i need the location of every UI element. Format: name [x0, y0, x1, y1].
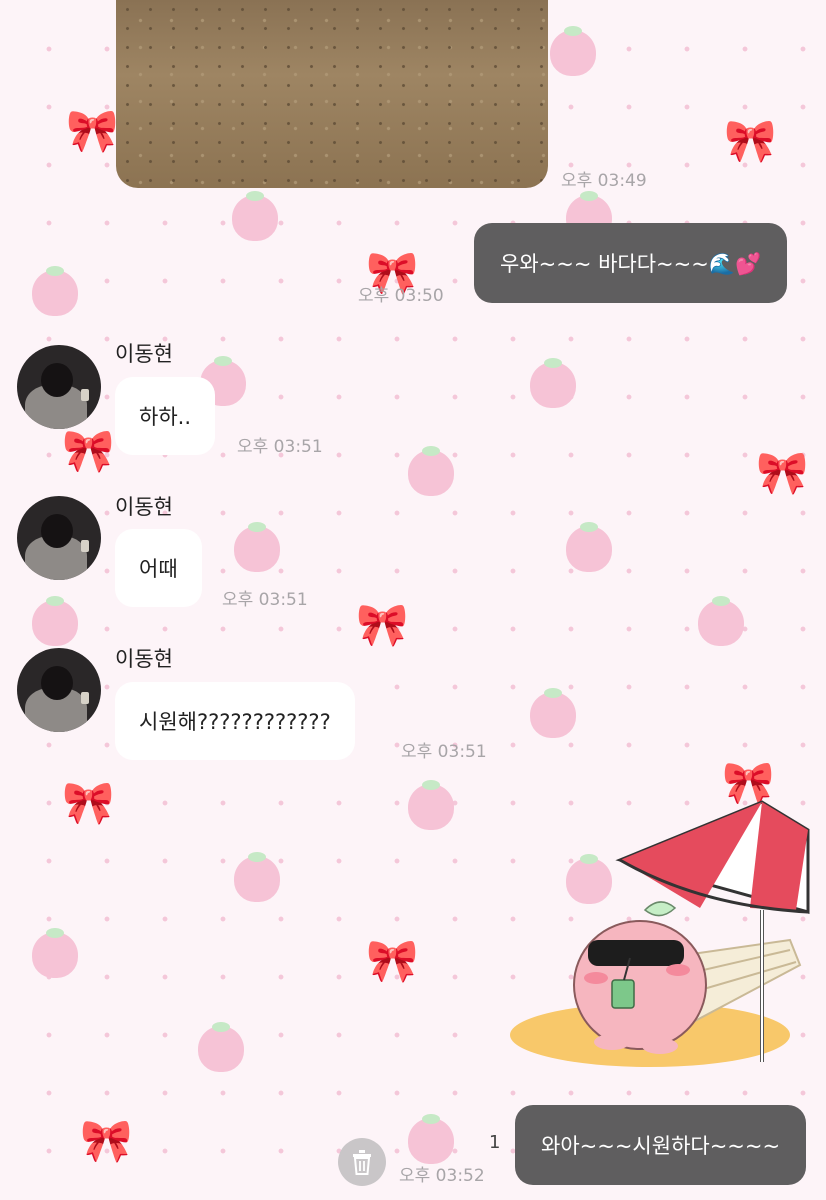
strawberry-decoration: [530, 358, 576, 408]
bow-decoration: 🎀: [66, 106, 119, 155]
message-time: 오후 03:52: [399, 1166, 485, 1186]
message-time: 오후 03:51: [237, 437, 323, 457]
trash-glyph: [353, 1150, 371, 1175]
photo-message[interactable]: [116, 0, 548, 188]
bow-decoration: 🎀: [62, 778, 115, 827]
bow-decoration: 🎀: [366, 936, 419, 985]
photo-texture: [116, 0, 548, 188]
incoming-message-bubble[interactable]: 시원해????????????: [115, 682, 355, 760]
strawberry-decoration: [198, 1022, 244, 1072]
message-time: 오후 03:51: [222, 590, 308, 610]
strawberry-decoration: [550, 26, 596, 76]
bow-decoration: 🎀: [80, 1116, 133, 1165]
incoming-message-bubble[interactable]: 하하..: [115, 377, 215, 455]
strawberry-decoration: [408, 1114, 454, 1164]
strawberry-decoration: [530, 688, 576, 738]
strawberry-decoration: [32, 596, 78, 646]
outgoing-message-bubble[interactable]: 와아~~~시원하다~~~~: [515, 1105, 807, 1185]
unread-count: 1: [489, 1132, 501, 1153]
message-time: 오후 03:49: [561, 171, 647, 191]
sender-name: 이동현: [115, 647, 173, 671]
strawberry-decoration: [698, 596, 744, 646]
avatar[interactable]: [17, 496, 101, 580]
message-time: 오후 03:51: [401, 742, 487, 762]
incoming-message-bubble[interactable]: 어때: [115, 529, 202, 607]
avatar[interactable]: [17, 648, 101, 732]
strawberry-decoration: [408, 446, 454, 496]
bow-decoration: 🎀: [724, 116, 777, 165]
strawberry-decoration: [32, 928, 78, 978]
avatar[interactable]: [17, 345, 101, 429]
sender-name: 이동현: [115, 495, 173, 519]
peach-on-beach-chair-sticker[interactable]: [500, 790, 812, 1080]
strawberry-decoration: [234, 852, 280, 902]
sender-name: 이동현: [115, 342, 173, 366]
strawberry-decoration: [232, 191, 278, 241]
outgoing-message-bubble[interactable]: 우와~~~ 바다다~~~🌊💕: [474, 223, 788, 303]
strawberry-decoration: [32, 266, 78, 316]
strawberry-decoration: [234, 522, 280, 572]
strawberry-decoration: [408, 780, 454, 830]
message-time: 오후 03:50: [358, 286, 444, 306]
trash-icon[interactable]: [338, 1138, 386, 1186]
bow-decoration: 🎀: [62, 426, 115, 475]
strawberry-decoration: [566, 522, 612, 572]
bow-decoration: 🎀: [756, 448, 809, 497]
bow-decoration: 🎀: [356, 600, 409, 649]
